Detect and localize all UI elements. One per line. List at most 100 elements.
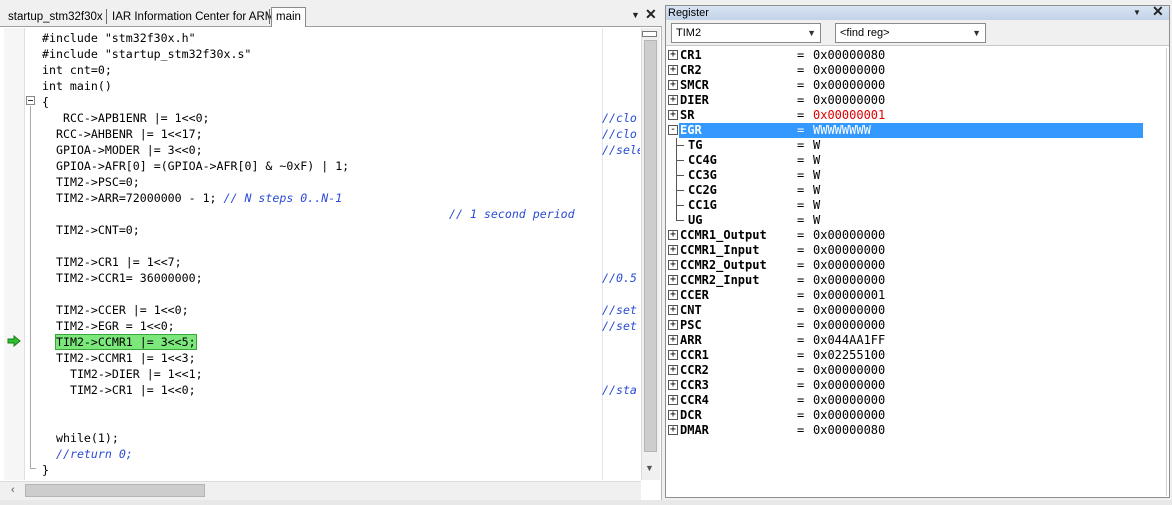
register-value[interactable]: W [813, 168, 820, 183]
expand-icon[interactable]: + [668, 110, 678, 120]
register-row[interactable]: + CCER = 0x00000001 [666, 288, 1144, 303]
register-value[interactable]: W [813, 153, 820, 168]
register-field-row[interactable]: CC3G = W [666, 168, 1144, 183]
code-line: int main() [42, 79, 112, 93]
expand-icon[interactable]: + [668, 275, 678, 285]
register-value[interactable]: 0x00000000 [813, 258, 885, 273]
register-value[interactable]: 0x00000000 [813, 243, 885, 258]
code-line: TIM2->CCMR1 |= 1<<3; [56, 351, 196, 365]
expand-icon[interactable]: + [668, 260, 678, 270]
register-value[interactable]: WWWWWWWW [813, 123, 871, 138]
register-value[interactable]: W [813, 183, 820, 198]
close-icon[interactable]: ✕ [645, 6, 657, 23]
register-value[interactable]: 0x00000001 [813, 108, 885, 123]
register-value[interactable]: 0x00000000 [813, 78, 885, 93]
register-value[interactable]: 0x00000000 [813, 273, 885, 288]
collapse-icon[interactable]: - [668, 125, 678, 135]
register-group-select[interactable]: TIM2 ▼ [671, 23, 821, 43]
register-value[interactable]: 0x00000000 [813, 363, 885, 378]
register-value[interactable]: 0x00000080 [813, 48, 885, 63]
register-value[interactable]: 0x00000000 [813, 393, 885, 408]
expand-icon[interactable]: + [668, 65, 678, 75]
register-row[interactable]: - EGR = WWWWWWWW [666, 123, 1144, 138]
expand-icon[interactable]: + [668, 425, 678, 435]
register-value[interactable]: 0x00000001 [813, 288, 885, 303]
editor-horizontal-scroll-thumb[interactable] [25, 484, 205, 497]
register-value[interactable]: 0x00000000 [813, 63, 885, 78]
register-name: CC2G [688, 183, 717, 197]
register-value[interactable]: 0x044AA1FF [813, 333, 885, 348]
code-line: { [42, 95, 49, 109]
chevron-down-icon: ▼ [807, 28, 816, 38]
register-value[interactable]: 0x00000000 [813, 303, 885, 318]
register-row[interactable]: + CCR2 = 0x00000000 [666, 363, 1144, 378]
register-value[interactable]: 0x00000000 [813, 408, 885, 423]
register-row[interactable]: + DIER = 0x00000000 [666, 93, 1144, 108]
expand-icon[interactable]: + [668, 230, 678, 240]
register-value[interactable]: 0x02255100 [813, 348, 885, 363]
expand-icon[interactable]: + [668, 380, 678, 390]
register-field-row[interactable]: CC2G = W [666, 183, 1144, 198]
chevron-down-icon[interactable]: ▼ [631, 10, 640, 20]
register-value[interactable]: 0x00000000 [813, 318, 885, 333]
register-row[interactable]: + DMAR = 0x00000080 [666, 423, 1144, 438]
register-field-row[interactable]: CC4G = W [666, 153, 1144, 168]
register-row[interactable]: + CCMR2_Input = 0x00000000 [666, 273, 1144, 288]
register-row[interactable]: + CR2 = 0x00000000 [666, 63, 1144, 78]
expand-icon[interactable]: + [668, 245, 678, 255]
expand-icon[interactable]: + [668, 350, 678, 360]
find-register-combo[interactable]: <find reg> ▼ [835, 23, 986, 43]
editor-vertical-scroll-thumb[interactable] [644, 40, 657, 452]
editor-split-handle[interactable] [642, 31, 657, 37]
expand-icon[interactable]: + [668, 335, 678, 345]
register-field-row[interactable]: TG = W [666, 138, 1144, 153]
register-value[interactable]: W [813, 213, 820, 228]
chevron-down-icon[interactable]: ▼ [1133, 8, 1141, 17]
register-equals: = [797, 378, 805, 392]
register-list[interactable]: + CR1 = 0x00000080 + CR2 = 0x00000000 + SMCR = 0x00… [666, 48, 1146, 448]
register-name: CC1G [688, 198, 717, 212]
register-row[interactable]: + CNT = 0x00000000 [666, 303, 1144, 318]
scroll-left-arrow-icon[interactable]: ‹ [11, 484, 15, 496]
register-field-row[interactable]: UG = W [666, 213, 1144, 228]
expand-icon[interactable]: + [668, 410, 678, 420]
tree-guide-branch [676, 190, 684, 191]
register-row[interactable]: + CCR3 = 0x00000000 [666, 378, 1144, 393]
register-field-row[interactable]: CC1G = W [666, 198, 1144, 213]
register-row[interactable]: + ARR = 0x044AA1FF [666, 333, 1144, 348]
expand-icon[interactable]: + [668, 395, 678, 405]
register-name: PSC [680, 318, 702, 332]
tab-main[interactable]: main [271, 7, 306, 27]
expand-icon[interactable]: + [668, 95, 678, 105]
register-row[interactable]: + CR1 = 0x00000080 [666, 48, 1144, 63]
close-icon[interactable]: ✕ [1152, 3, 1164, 20]
register-row[interactable]: + SMCR = 0x00000000 [666, 78, 1144, 93]
expand-icon[interactable]: + [668, 290, 678, 300]
register-row[interactable]: + CCMR2_Output = 0x00000000 [666, 258, 1144, 273]
register-value[interactable]: 0x00000000 [813, 228, 885, 243]
code-line: TIM2->EGR = 1<<0; [56, 319, 175, 333]
register-value[interactable]: 0x00000080 [813, 423, 885, 438]
register-row[interactable]: + CCMR1_Output = 0x00000000 [666, 228, 1144, 243]
register-value[interactable]: W [813, 198, 820, 213]
tab-startup-stm32f30x[interactable]: startup_stm32f30x [4, 8, 107, 26]
expand-icon[interactable]: + [668, 50, 678, 60]
scroll-down-arrow-icon[interactable]: ▼ [645, 463, 654, 473]
code-line: int cnt=0; [42, 63, 112, 77]
register-row[interactable]: + CCR4 = 0x00000000 [666, 393, 1144, 408]
register-value[interactable]: 0x00000000 [813, 378, 885, 393]
code-area[interactable]: #include "stm32f30x.h" #include "startup… [0, 30, 640, 478]
register-value[interactable]: 0x00000000 [813, 93, 885, 108]
code-comment: //0.5 [602, 271, 637, 285]
register-value[interactable]: W [813, 138, 820, 153]
register-row[interactable]: + CCMR1_Input = 0x00000000 [666, 243, 1144, 258]
register-row[interactable]: + DCR = 0x00000000 [666, 408, 1144, 423]
register-row[interactable]: + SR = 0x00000001 [666, 108, 1144, 123]
register-row[interactable]: + CCR1 = 0x02255100 [666, 348, 1144, 363]
expand-icon[interactable]: + [668, 320, 678, 330]
tab-iar-information-center[interactable]: IAR Information Center for ARM [108, 8, 278, 26]
expand-icon[interactable]: + [668, 365, 678, 375]
expand-icon[interactable]: + [668, 80, 678, 90]
register-row[interactable]: + PSC = 0x00000000 [666, 318, 1144, 333]
expand-icon[interactable]: + [668, 305, 678, 315]
